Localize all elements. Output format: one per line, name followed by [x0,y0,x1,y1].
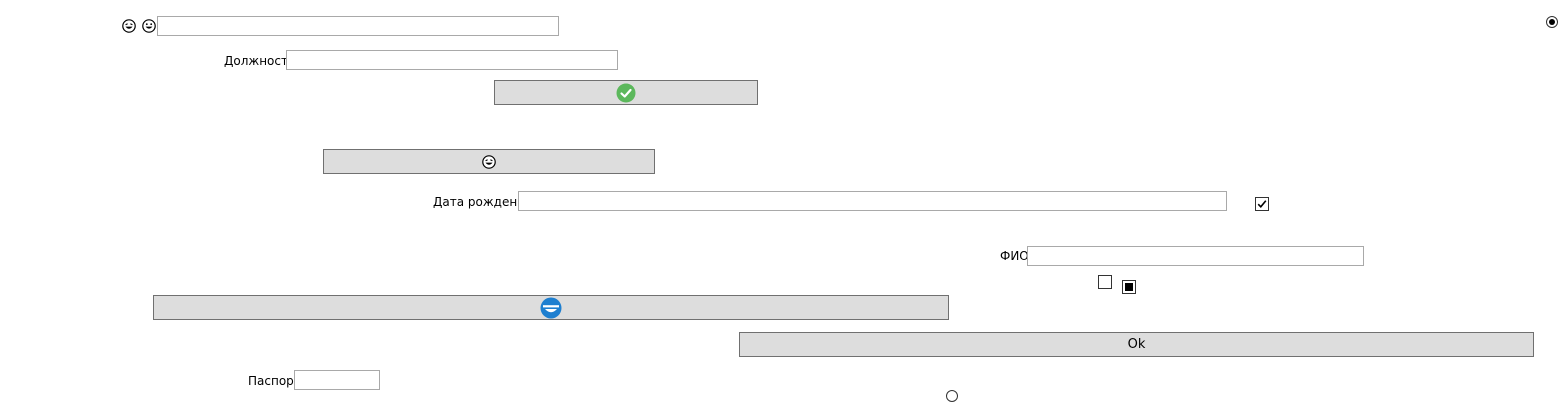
top-right-radio[interactable] [1546,16,1558,28]
bottom-radio[interactable] [946,390,958,402]
passport-label: Паспорт [248,374,301,388]
top-input[interactable] [157,16,559,36]
emoji-button[interactable] [323,149,655,174]
wide-button[interactable] [153,295,949,320]
blue-face-icon [540,297,562,318]
position-label: Должность [224,54,296,68]
dob-input[interactable] [518,191,1227,211]
right-checkbox[interactable] [1122,280,1136,294]
radio-dot [1549,19,1555,25]
confirm-button[interactable] [494,80,758,105]
passport-input[interactable] [294,370,380,390]
green-check-icon [616,83,636,102]
left-checkbox[interactable] [1098,275,1112,289]
checkmark-icon [1257,200,1267,208]
indeterminate-mark [1125,283,1133,291]
fio-label: ФИО [1000,249,1029,263]
fio-input[interactable] [1027,246,1364,266]
ok-button[interactable]: Ok [739,332,1534,357]
dob-checkbox[interactable] [1255,197,1269,211]
position-input[interactable] [286,50,618,70]
laughing-tears-icon [482,154,496,169]
laughing-tears-icon [122,19,136,33]
grinning-face-icon [142,19,156,33]
